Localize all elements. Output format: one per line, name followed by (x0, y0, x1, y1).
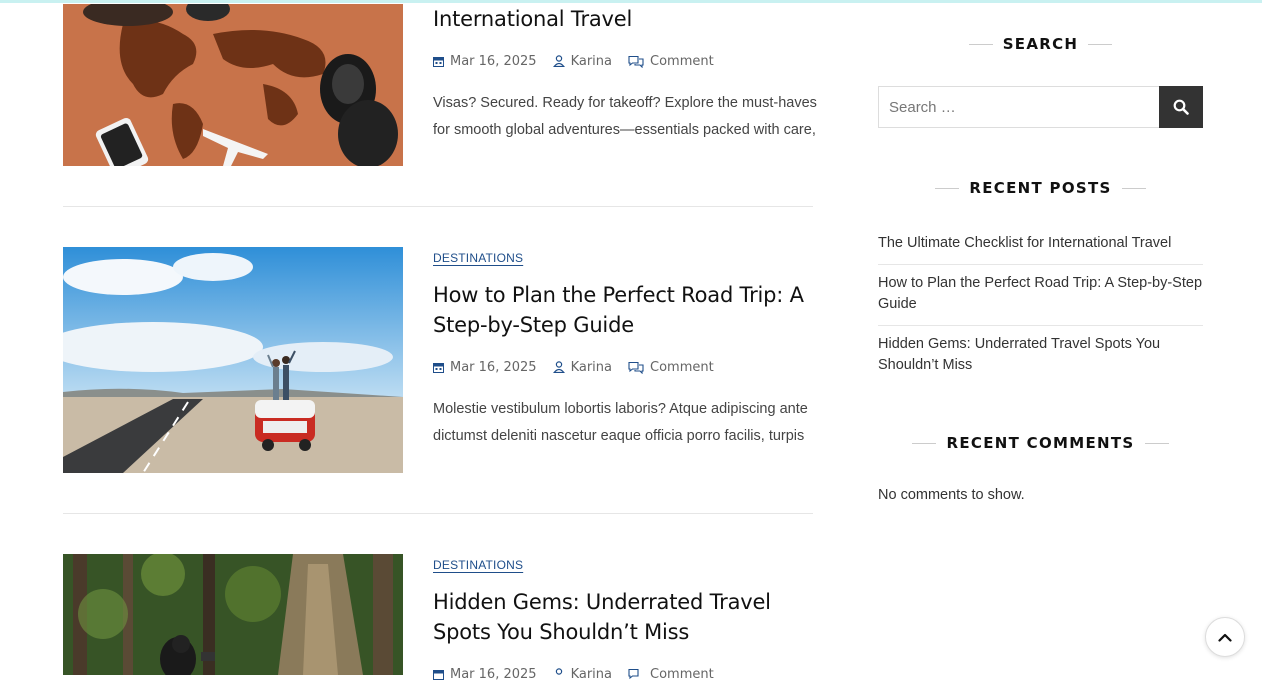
recent-posts-list: The Ultimate Checklist for International… (878, 225, 1203, 386)
post-comment-text: Comment (650, 666, 714, 682)
post-meta: Mar 16, 2025 Karina Comment (433, 53, 818, 69)
comment-icon (628, 361, 644, 374)
post-author[interactable]: Karina (552, 359, 612, 375)
post-category[interactable]: DESTINATIONS (433, 558, 523, 572)
search-icon (1173, 99, 1189, 115)
post-author[interactable]: Karina (552, 53, 612, 69)
post-thumbnail-world-map[interactable] (63, 4, 403, 166)
user-icon (555, 668, 562, 675)
post-date[interactable]: Mar 16, 2025 (433, 667, 537, 682)
user-icon (552, 361, 565, 373)
post-category[interactable]: DESTINATIONS (433, 251, 523, 265)
forest-photo (63, 554, 403, 675)
post-date-text: Mar 16, 2025 (450, 53, 537, 69)
post-title[interactable]: International Travel (433, 4, 818, 34)
post-content: International Travel Mar 16, 2025 Karina… (433, 4, 818, 144)
post-excerpt: Molestie vestibulum lobortis laboris? At… (433, 401, 808, 444)
post-divider (63, 206, 813, 207)
post-content: DESTINATIONS Hidden Gems: Underrated Tra… (433, 554, 818, 682)
post-date-text: Mar 16, 2025 (450, 359, 537, 375)
recent-posts-title-text: RECENT POSTS (959, 179, 1121, 197)
comment-icon (628, 668, 639, 679)
post-date[interactable]: Mar 16, 2025 (433, 360, 537, 375)
post-content: DESTINATIONS How to Plan the Perfect Roa… (433, 247, 818, 450)
recent-comments-title: RECENT COMMENTS (878, 434, 1203, 452)
search-button[interactable] (1159, 86, 1203, 128)
recent-post-link[interactable]: The Ultimate Checklist for International… (878, 225, 1203, 265)
post-comment-link[interactable]: Comment (628, 54, 714, 69)
scroll-to-top-button[interactable] (1205, 617, 1245, 657)
recent-comments-title-text: RECENT COMMENTS (936, 434, 1144, 452)
post-author-text: Karina (570, 53, 612, 69)
search-form (878, 86, 1203, 128)
road-trip-photo (63, 247, 403, 473)
recent-posts-title: RECENT POSTS (878, 179, 1203, 197)
no-comments-text: No comments to show. (878, 487, 1025, 503)
recent-post-link[interactable]: Hidden Gems: Underrated Travel Spots You… (878, 326, 1203, 386)
recent-post-link[interactable]: How to Plan the Perfect Road Trip: A Ste… (878, 265, 1203, 326)
post-thumbnail-road-trip[interactable] (63, 247, 403, 473)
post-date[interactable]: Mar 16, 2025 (433, 54, 537, 69)
world-map-photo (63, 4, 403, 166)
post-excerpt: Visas? Secured. Ready for takeoff? Explo… (433, 95, 817, 138)
calendar-icon (433, 362, 444, 373)
post-author-text: Karina (570, 666, 612, 682)
post-title[interactable]: How to Plan the Perfect Road Trip: A Ste… (433, 280, 818, 340)
post-comment-text: Comment (650, 359, 714, 375)
search-widget-title: SEARCH (878, 35, 1203, 53)
post-author[interactable]: Karina (553, 667, 612, 682)
post-comment-link[interactable]: Comment (628, 667, 714, 682)
comment-icon (628, 55, 644, 68)
top-border (0, 0, 1262, 3)
user-icon (552, 55, 565, 67)
post-thumbnail-forest[interactable] (63, 554, 403, 675)
post-title[interactable]: Hidden Gems: Underrated Travel Spots You… (433, 587, 818, 647)
post-comment-link[interactable]: Comment (628, 360, 714, 375)
post-date-text: Mar 16, 2025 (450, 666, 537, 682)
calendar-icon (433, 669, 444, 680)
post-author-text: Karina (570, 359, 612, 375)
post-comment-text: Comment (650, 53, 714, 69)
post-meta: Mar 16, 2025 Karina Comment (433, 359, 818, 375)
search-input[interactable] (878, 86, 1159, 128)
post-meta: Mar 16, 2025 Karina Comment (433, 666, 818, 682)
post-divider (63, 513, 813, 514)
chevron-up-icon (1218, 633, 1232, 642)
search-widget-title-text: SEARCH (993, 35, 1089, 53)
calendar-icon (433, 56, 444, 67)
